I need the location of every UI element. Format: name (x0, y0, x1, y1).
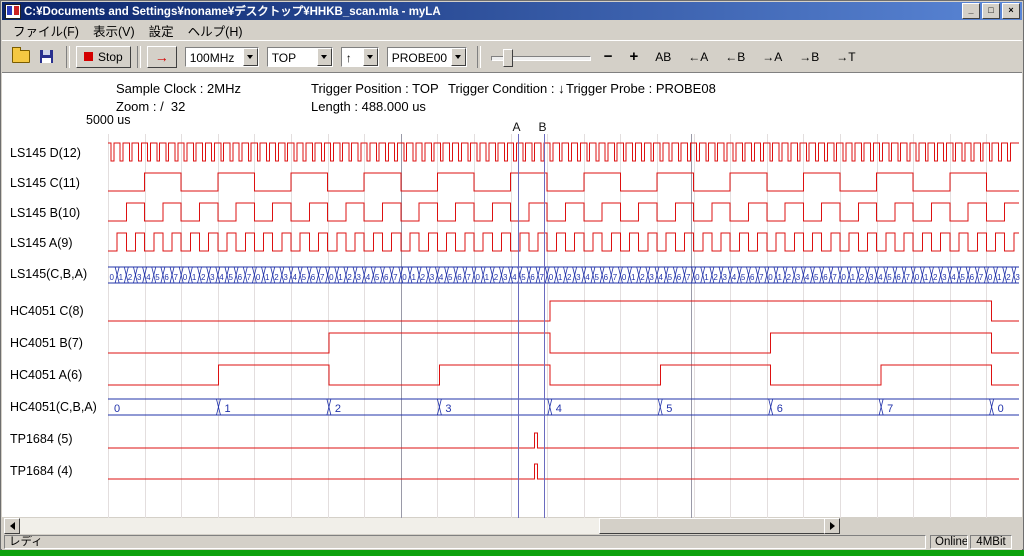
channel-label: LS145 A(9) (10, 236, 106, 250)
chevron-down-icon (247, 55, 253, 59)
channel-label: HC4051 C(8) (10, 304, 106, 318)
trigger-condition-info: Trigger Condition : ↓ (448, 81, 565, 96)
length-info: Length : 488.000 us (311, 99, 426, 114)
zoom-slider-thumb[interactable] (503, 49, 513, 67)
app-window: C:¥Documents and Settings¥noname¥デスクトップ¥… (0, 0, 1024, 550)
titlebar[interactable]: C:¥Documents and Settings¥noname¥デスクトップ¥… (2, 2, 1022, 20)
channel-label: TP1684 (4) (10, 464, 106, 478)
desktop-background (0, 550, 1024, 556)
save-floppy-icon (40, 50, 53, 63)
open-button[interactable] (10, 47, 32, 67)
goto-cursor-a-right-button[interactable]: →A (758, 48, 786, 66)
window-title: C:¥Documents and Settings¥noname¥デスクトップ¥… (24, 3, 958, 19)
toolbar-separator (137, 46, 141, 68)
channel-label: HC4051 B(7) (10, 336, 106, 350)
run-arrow-icon: → (155, 49, 169, 65)
chevron-down-icon (455, 55, 461, 59)
sample-clock-info: Sample Clock : 2MHz (116, 81, 241, 96)
channel-label: LS145 C(11) (10, 176, 106, 190)
menu-settings[interactable]: 設定 (142, 19, 181, 42)
channel-label: TP1684 (5) (10, 432, 106, 446)
cursor-ab-button[interactable]: AB (651, 48, 675, 66)
trigger-position-select[interactable]: TOP (267, 47, 333, 67)
toolbar-separator (477, 46, 481, 68)
trigger-edge-select[interactable]: ↑ (341, 47, 379, 67)
dropdown-arrow-button[interactable] (363, 48, 378, 66)
dropdown-arrow-button[interactable] (317, 48, 332, 66)
goto-cursor-b-left-button[interactable]: ←B (721, 48, 749, 66)
channel-label: HC4051(C,B,A) (10, 400, 106, 414)
timebase-label: 5000 us (86, 113, 130, 127)
scrollbar-thumb[interactable] (599, 518, 825, 534)
open-folder-icon (12, 50, 30, 63)
stop-button[interactable]: Stop (76, 46, 131, 68)
toolbar-separator (66, 46, 70, 68)
scroll-left-icon (10, 522, 15, 530)
save-button[interactable] (35, 47, 57, 67)
close-button[interactable]: × (1002, 3, 1020, 19)
zoom-info: Zoom : / 32 (116, 99, 185, 114)
trigger-position-info: Trigger Position : TOP (311, 81, 439, 96)
channel-label: LS145 B(10) (10, 206, 106, 220)
statusbar: レディ Online 4MBit (2, 535, 1022, 550)
trigger-edge-value: ↑ (342, 48, 363, 66)
status-ready: レディ (4, 535, 926, 549)
goto-cursor-b-right-button[interactable]: →B (795, 48, 823, 66)
trigger-probe-info: Trigger Probe : PROBE08 (566, 81, 716, 96)
zoom-in-button[interactable]: + (625, 46, 642, 67)
trigger-position-value: TOP (268, 48, 317, 66)
clock-rate-value: 100MHz (186, 48, 243, 66)
scroll-right-icon (830, 522, 835, 530)
probe-value: PROBE00 (388, 48, 451, 66)
channel-label: HC4051 A(6) (10, 368, 106, 382)
stop-label: Stop (98, 50, 123, 64)
channel-label: LS145(C,B,A) (10, 267, 106, 281)
maximize-button[interactable]: □ (982, 3, 1000, 19)
app-icon (5, 4, 21, 19)
minimize-button[interactable]: _ (962, 3, 980, 19)
clock-rate-select[interactable]: 100MHz (185, 47, 259, 67)
dropdown-arrow-button[interactable] (451, 48, 466, 66)
horizontal-scrollbar[interactable] (4, 518, 840, 534)
menu-help[interactable]: ヘルプ(H) (181, 19, 250, 42)
menu-view[interactable]: 表示(V) (86, 19, 142, 42)
chevron-down-icon (367, 55, 373, 59)
status-memory: 4MBit (970, 535, 1012, 549)
chevron-down-icon (321, 55, 327, 59)
dropdown-arrow-button[interactable] (243, 48, 258, 66)
zoom-slider[interactable] (491, 46, 591, 68)
menubar: ファイル(F) 表示(V) 設定 ヘルプ(H) (2, 20, 1022, 40)
zoom-out-button[interactable]: − (600, 46, 617, 67)
goto-trigger-button[interactable]: →T (832, 48, 859, 66)
run-button[interactable]: → (147, 46, 177, 68)
probe-select[interactable]: PROBE00 (387, 47, 467, 67)
goto-cursor-a-left-button[interactable]: ←A (684, 48, 712, 66)
stop-icon (84, 52, 93, 61)
waveform-area-background (2, 73, 1022, 517)
toolbar: Stop → 100MHz TOP ↑ PROBE00 − + AB ←A (2, 40, 1022, 73)
menu-file[interactable]: ファイル(F) (6, 19, 86, 42)
scroll-left-button[interactable] (4, 518, 20, 534)
scroll-right-button[interactable] (824, 518, 840, 534)
status-online: Online (930, 535, 968, 549)
channel-label: LS145 D(12) (10, 146, 106, 160)
